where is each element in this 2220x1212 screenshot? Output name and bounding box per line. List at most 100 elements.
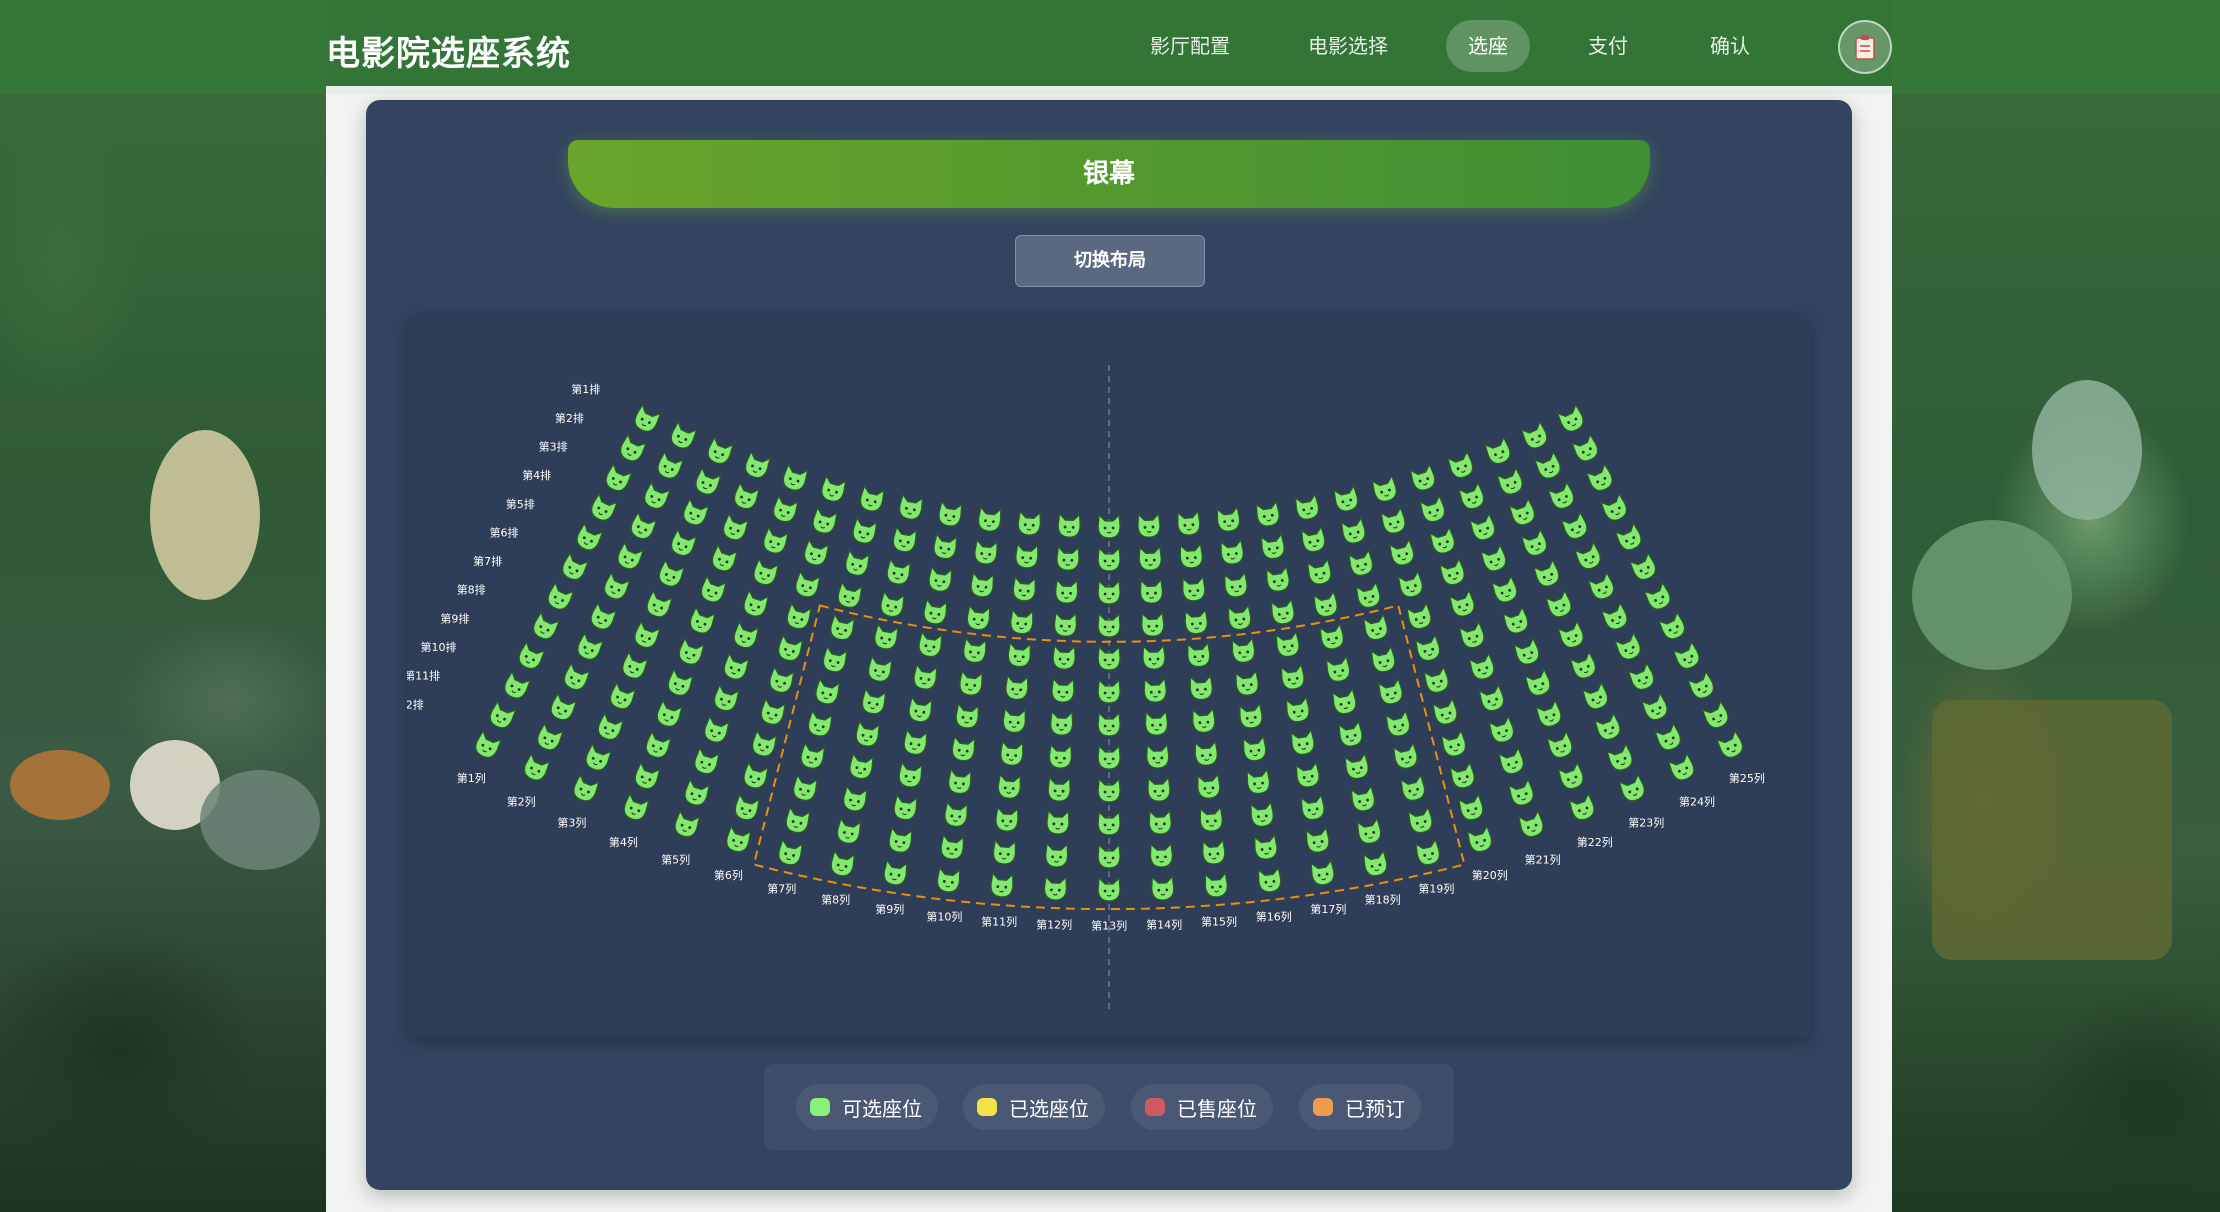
seat-cat-icon[interactable] [1270, 597, 1295, 625]
seat-cat-icon[interactable] [821, 645, 848, 673]
seat-cat-icon[interactable] [997, 773, 1021, 799]
seat-cat-icon[interactable] [1294, 492, 1320, 521]
seat-cat-icon[interactable] [1319, 622, 1345, 651]
seat-cat-icon[interactable] [1419, 494, 1447, 525]
seat-cat-icon[interactable] [620, 650, 649, 682]
seat-cat-icon[interactable] [1290, 728, 1315, 756]
seat-cat-icon[interactable] [521, 752, 551, 783]
seat-cat-icon[interactable] [628, 510, 658, 542]
seat-cat-icon[interactable] [1147, 776, 1171, 802]
seat-cat-icon[interactable] [1423, 665, 1450, 695]
seat-cat-icon[interactable] [936, 866, 961, 893]
seat-cat-icon[interactable] [722, 651, 750, 682]
seat-cat-icon[interactable] [1606, 742, 1635, 774]
seat-cat-icon[interactable] [656, 558, 686, 590]
seat-cat-icon[interactable] [705, 435, 735, 467]
seat-cat-icon[interactable] [1187, 641, 1211, 668]
nav-item-hall-config[interactable]: 影厅配置 [1128, 20, 1252, 72]
seat-cat-icon[interactable] [977, 505, 1002, 532]
seat-cat-icon[interactable] [1447, 450, 1475, 480]
seat-cat-icon[interactable] [1227, 603, 1252, 631]
seat-cat-icon[interactable] [1197, 773, 1221, 799]
seat-cat-icon[interactable] [1569, 650, 1599, 682]
seat-cat-icon[interactable] [944, 800, 968, 827]
seat-cat-icon[interactable] [1000, 740, 1024, 767]
seat-cat-icon[interactable] [883, 858, 908, 886]
seat-cat-icon[interactable] [1257, 866, 1282, 893]
seat-cat-icon[interactable] [1216, 505, 1241, 532]
seat-cat-icon[interactable] [959, 669, 983, 696]
seat-cat-icon[interactable] [836, 580, 863, 609]
seat-cat-icon[interactable] [709, 543, 738, 574]
seat-cat-icon[interactable] [1478, 683, 1506, 714]
seat-cat-icon[interactable] [951, 735, 976, 762]
seat-cat-icon[interactable] [966, 604, 991, 631]
seat-cat-icon[interactable] [932, 532, 958, 560]
seat-cat-icon[interactable] [1484, 435, 1513, 467]
seat-cat-icon[interactable] [1255, 500, 1280, 527]
seat-cat-icon[interactable] [928, 565, 953, 593]
seat-cat-icon[interactable] [1557, 619, 1586, 651]
seat-cat-icon[interactable] [643, 730, 672, 760]
seat-cat-icon[interactable] [1362, 849, 1389, 878]
seat-cat-icon[interactable] [1005, 674, 1029, 701]
seat-cat-icon[interactable] [617, 432, 648, 464]
seat-cat-icon[interactable] [1331, 687, 1358, 716]
seat-cat-icon[interactable] [1097, 876, 1121, 902]
seat-cat-icon[interactable] [472, 729, 503, 760]
seat-cat-icon[interactable] [1535, 698, 1563, 729]
seat-cat-icon[interactable] [1184, 608, 1208, 635]
seat-cat-icon[interactable] [990, 871, 1014, 898]
seat-cat-icon[interactable] [1300, 525, 1327, 554]
seat-cat-icon[interactable] [487, 699, 517, 731]
seat-cat-icon[interactable] [1628, 551, 1659, 583]
seat-cat-icon[interactable] [681, 497, 710, 528]
seat-cat-icon[interactable] [858, 484, 885, 513]
seat-cat-icon[interactable] [893, 793, 918, 821]
nav-item-movie-select[interactable]: 电影选择 [1286, 20, 1410, 72]
seat-cat-icon[interactable] [1415, 838, 1442, 866]
seat-cat-icon[interactable] [1142, 644, 1166, 670]
seat-cat-icon[interactable] [811, 506, 838, 536]
seat-cat-icon[interactable] [861, 687, 887, 716]
seat-cat-icon[interactable] [668, 527, 698, 559]
seat-cat-icon[interactable] [588, 601, 618, 632]
seat-cat-icon[interactable] [1097, 645, 1121, 671]
seat-cat-icon[interactable] [559, 551, 590, 583]
seat-cat-icon[interactable] [1235, 669, 1259, 696]
seat-cat-icon[interactable] [1050, 710, 1074, 736]
seat-cat-icon[interactable] [1097, 612, 1121, 638]
seat-cat-icon[interactable] [1458, 481, 1486, 511]
seat-cat-icon[interactable] [1533, 450, 1563, 482]
seat-cat-icon[interactable] [1371, 474, 1398, 504]
seat-cat-icon[interactable] [1350, 784, 1376, 813]
seat-cat-icon[interactable] [851, 516, 878, 545]
seat-cat-icon[interactable] [1627, 661, 1657, 693]
seat-cat-icon[interactable] [1429, 525, 1457, 556]
seat-cat-icon[interactable] [1362, 613, 1390, 641]
seat-cat-icon[interactable] [1146, 743, 1170, 769]
seat-cat-icon[interactable] [1449, 761, 1476, 790]
seat-cat-icon[interactable] [1045, 842, 1069, 868]
seat-cat-icon[interactable] [1242, 735, 1267, 762]
seat-cat-icon[interactable] [1557, 761, 1585, 791]
seat-cat-icon[interactable] [1397, 570, 1424, 599]
seat-cat-icon[interactable] [621, 792, 650, 822]
seat-cat-icon[interactable] [776, 633, 804, 663]
seat-cat-icon[interactable] [1574, 540, 1603, 572]
seat-cat-icon[interactable] [693, 466, 722, 498]
seat-cat-icon[interactable] [1143, 677, 1167, 703]
seat-cat-icon[interactable] [1568, 792, 1596, 822]
seat-cat-icon[interactable] [1715, 729, 1746, 760]
seat-cat-icon[interactable] [802, 538, 830, 567]
seat-cat-icon[interactable] [873, 622, 899, 651]
seat-cat-icon[interactable] [732, 481, 761, 511]
seat-cat-icon[interactable] [1667, 752, 1697, 783]
seat-cat-icon[interactable] [955, 702, 980, 729]
seat-cat-icon[interactable] [1231, 636, 1256, 663]
seat-cat-icon[interactable] [1333, 484, 1360, 513]
seat-cat-icon[interactable] [1012, 575, 1036, 602]
seat-cat-icon[interactable] [1560, 510, 1590, 542]
seat-cat-icon[interactable] [1448, 588, 1477, 619]
seat-cat-icon[interactable] [1480, 543, 1508, 574]
